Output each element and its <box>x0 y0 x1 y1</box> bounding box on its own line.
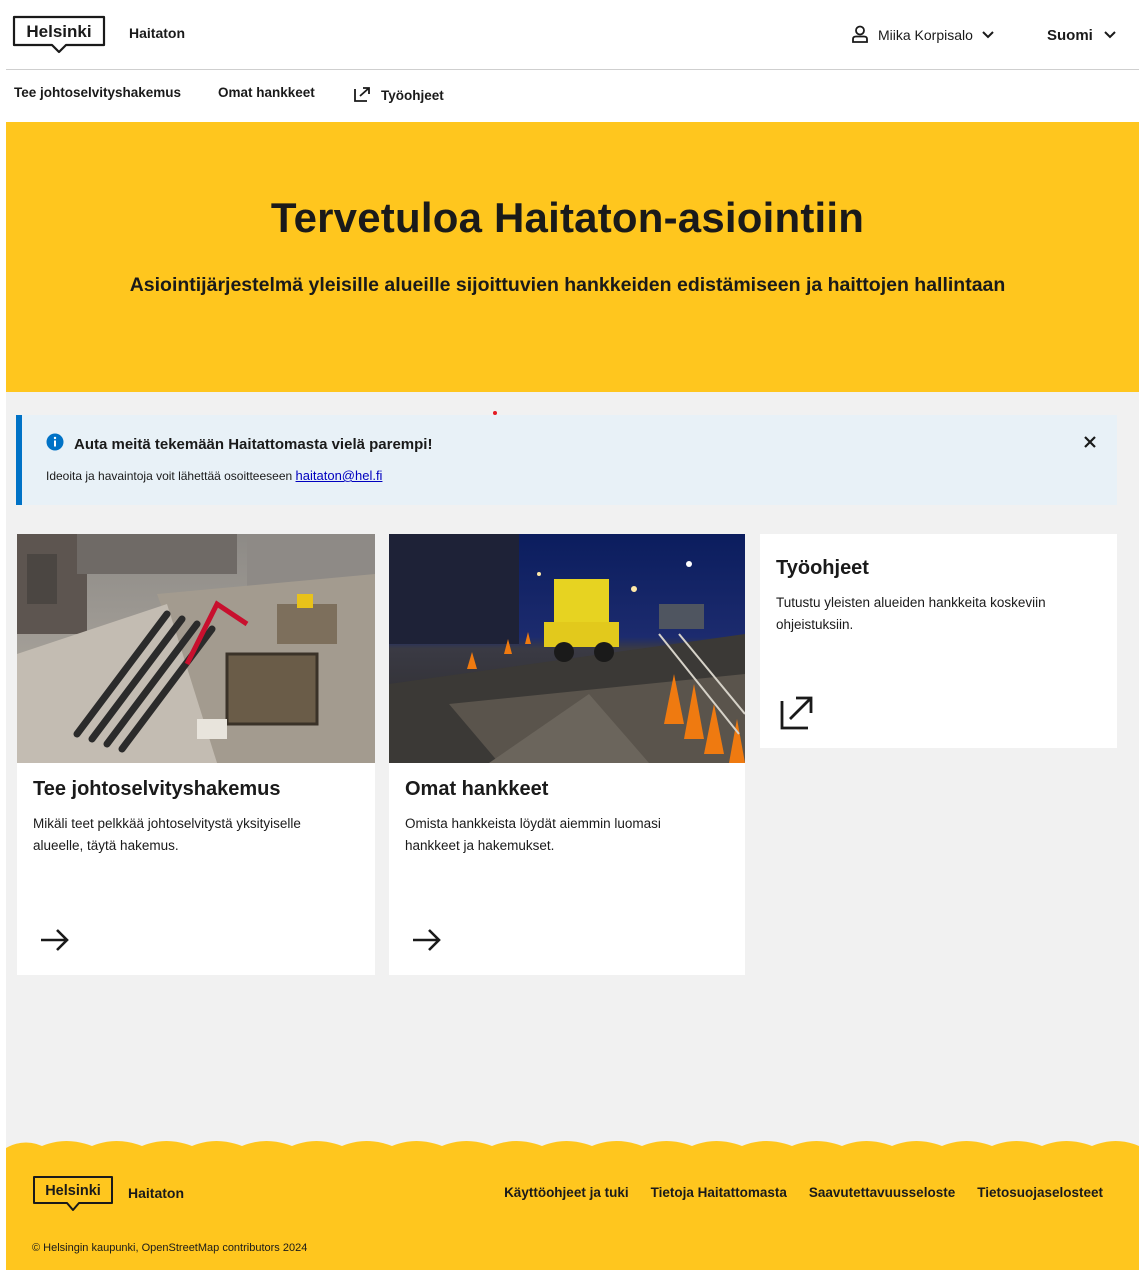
arrow-right-icon <box>37 925 73 955</box>
chevron-down-icon <box>1103 27 1117 44</box>
arrow-right-icon <box>409 925 445 955</box>
page: Helsinki Haitaton Miika Korpisalo Suomi <box>6 0 1139 1270</box>
notification-heading: Auta meitä tekemään Haitattomasta vielä … <box>46 433 432 455</box>
card-tyoohjeet[interactable]: Työohjeet Tutustu yleisten alueiden hank… <box>760 534 1117 748</box>
nav-item-label: Työohjeet <box>381 88 444 103</box>
chevron-down-icon <box>981 27 995 43</box>
nav-item-johtoselvityshakemus[interactable]: Tee johtoselvityshakemus <box>14 85 181 100</box>
footer-link-tietoja[interactable]: Tietoja Haitattomasta <box>651 1185 787 1200</box>
footer-link-kayttoohjeet[interactable]: Käyttöohjeet ja tuki <box>504 1185 629 1200</box>
card-description: Omista hankkeista löydät aiemmin luomasi… <box>405 816 661 853</box>
main-navigation: Tee johtoselvityshakemus Omat hankkeet T… <box>6 70 1139 122</box>
email-link[interactable]: haitaton@hel.fi <box>296 468 383 483</box>
notification-title: Auta meitä tekemään Haitattomasta vielä … <box>74 435 433 453</box>
app-name[interactable]: Haitaton <box>129 25 185 41</box>
user-menu-button[interactable]: Miika Korpisalo <box>850 24 995 46</box>
user-icon <box>850 24 870 47</box>
logo-text: Helsinki <box>45 1183 101 1199</box>
nav-item-tyoohjeet[interactable]: Työohjeet <box>353 85 444 106</box>
card-johtoselvityshakemus[interactable]: Tee johtoselvityshakemus Mikäli teet pel… <box>17 534 375 975</box>
copyright-text: © Helsingin kaupunki, OpenStreetMap cont… <box>32 1242 308 1254</box>
card-description: Tutustu yleisten alueiden hankkeita kosk… <box>776 595 1046 632</box>
language-label: Suomi <box>1047 26 1093 44</box>
helsinki-logo[interactable]: Helsinki <box>32 1175 114 1213</box>
card-title: Tee johtoselvityshakemus <box>33 778 281 800</box>
card-omat-hankkeet[interactable]: Omat hankkeet Omista hankkeista löydät a… <box>389 534 745 975</box>
page-title: Tervetuloa Haitaton-asiointiin <box>270 194 865 241</box>
footer-app-name[interactable]: Haitaton <box>128 1185 184 1201</box>
footer-links: Käyttöohjeet ja tuki Tietoja Haitattomas… <box>504 1185 1103 1200</box>
external-link-icon <box>353 85 373 106</box>
close-icon[interactable] <box>1081 433 1099 451</box>
night-roadwork-image <box>389 534 745 763</box>
card-title: Työohjeet <box>776 557 869 579</box>
header: Helsinki Haitaton Miika Korpisalo Suomi <box>6 0 1139 70</box>
hero-wave-decoration <box>6 370 1139 388</box>
footer-link-saavutettavuusseloste[interactable]: Saavutettavuusseloste <box>809 1185 955 1200</box>
helsinki-logo[interactable]: Helsinki <box>12 15 106 54</box>
hero-banner: Tervetuloa Haitaton-asiointiin Asiointij… <box>6 122 1139 392</box>
footer: Helsinki Haitaton Käyttöohjeet ja tuki T… <box>6 1157 1139 1270</box>
info-icon <box>46 433 64 455</box>
notification-text: Ideoita ja havaintoja voit lähettää osoi… <box>46 469 293 483</box>
info-notification: Auta meitä tekemään Haitattomasta vielä … <box>16 415 1117 505</box>
language-menu-button[interactable]: Suomi <box>1047 24 1117 46</box>
logo-text: Helsinki <box>26 22 91 41</box>
card-title: Omat hankkeet <box>405 778 549 800</box>
external-link-icon <box>778 692 818 732</box>
construction-site-image <box>17 534 375 763</box>
card-description: Mikäli teet pelkkää johtoselvitystä yksi… <box>33 816 301 853</box>
nav-item-label: Tee johtoselvityshakemus <box>14 85 182 100</box>
footer-link-tietosuojaselosteet[interactable]: Tietosuojaselosteet <box>977 1185 1103 1200</box>
page-subtitle: Asiointijärjestelmä yleisille alueille s… <box>129 274 1006 296</box>
nav-item-label: Omat hankkeet <box>218 85 315 100</box>
nav-item-omat-hankkeet[interactable]: Omat hankkeet <box>218 85 315 100</box>
user-name: Miika Korpisalo <box>878 27 973 43</box>
notification-body: Ideoita ja havaintoja voit lähettää osoi… <box>46 468 382 483</box>
